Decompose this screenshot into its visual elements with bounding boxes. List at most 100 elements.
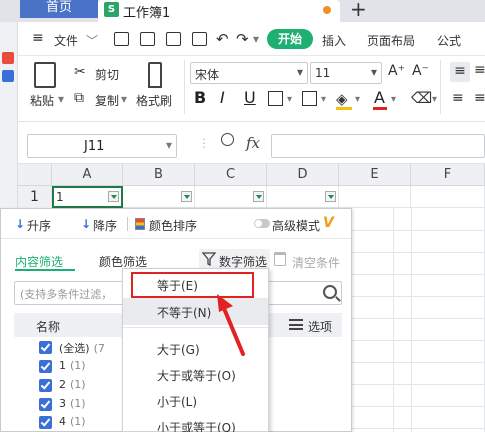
chevron-down-icon[interactable]: ▾ <box>58 92 64 106</box>
sort-descending-button[interactable]: 降序 <box>93 217 117 234</box>
sort-descending-icon[interactable]: ↓ <box>81 217 93 231</box>
filter-dropdown-icon[interactable] <box>181 191 192 202</box>
chevron-down-icon[interactable]: ▾ <box>321 94 326 105</box>
color-sort-icon[interactable] <box>135 218 145 230</box>
shrink-font-icon[interactable]: A⁻ <box>412 63 429 79</box>
chevron-down-icon[interactable]: ﹀ <box>86 32 98 49</box>
name-box[interactable]: J11 ▾ <box>27 134 177 158</box>
sort-ascending-button[interactable]: 升序 <box>27 217 51 234</box>
align-center-icon[interactable]: ≡ <box>474 62 485 78</box>
menu-item-less-than[interactable]: 小于(L) <box>123 387 268 414</box>
menu-insert[interactable]: 插入 <box>322 32 346 49</box>
export-icon[interactable] <box>140 32 155 46</box>
grow-font-icon[interactable]: A⁺ <box>388 63 405 79</box>
row-header-1[interactable]: 1 <box>18 186 52 208</box>
cell-d1[interactable] <box>267 186 339 208</box>
chevron-down-icon[interactable]: ▾ <box>287 94 292 105</box>
cell-reference: J11 <box>84 139 105 154</box>
trash-icon[interactable] <box>274 252 286 266</box>
column-header-f[interactable]: F <box>411 164 485 186</box>
sort-ascending-icon[interactable]: ↓ <box>15 217 27 231</box>
home-tab[interactable]: 首页 <box>20 0 98 18</box>
cell-f1[interactable] <box>411 186 485 208</box>
checkbox-checked-icon[interactable] <box>39 360 52 373</box>
new-tab-button[interactable]: + <box>350 0 367 21</box>
options-icon[interactable] <box>289 319 303 330</box>
advanced-mode-toggle[interactable] <box>254 219 270 228</box>
tab-content-filter[interactable]: 内容筛选 <box>15 253 63 270</box>
divider <box>127 217 128 231</box>
align-left-icon[interactable]: ≡ <box>452 90 464 106</box>
zoom-icon[interactable] <box>221 133 234 146</box>
divider <box>184 60 185 114</box>
filter-dropdown-icon[interactable] <box>108 191 119 202</box>
checkbox-checked-icon[interactable] <box>39 398 52 411</box>
chevron-down-icon[interactable]: ▾ <box>253 32 259 46</box>
column-header-d[interactable]: D <box>267 164 339 186</box>
function-icon[interactable]: fx <box>246 134 260 152</box>
hamburger-icon[interactable]: ≡ <box>32 30 44 46</box>
fill-color-swatch <box>336 107 352 110</box>
options-button[interactable]: 选项 <box>308 318 332 335</box>
font-color-swatch <box>373 107 387 110</box>
checkbox-checked-icon[interactable] <box>39 416 52 429</box>
menu-page-layout[interactable]: 页面布局 <box>367 32 415 49</box>
strikethrough-icon[interactable] <box>302 91 317 106</box>
color-sort-button[interactable]: 颜色排序 <box>149 217 197 234</box>
italic-button[interactable]: I <box>220 88 225 107</box>
font-color-icon[interactable]: A <box>374 88 385 107</box>
border-icon[interactable] <box>268 91 283 106</box>
document-tab[interactable]: S 工作簿1 <box>98 0 340 22</box>
chevron-down-icon[interactable]: ▾ <box>391 94 396 105</box>
print-icon[interactable] <box>166 32 181 46</box>
cut-button[interactable]: 剪切 <box>95 66 119 83</box>
cell-c1[interactable] <box>195 186 267 208</box>
font-size-select[interactable]: 11 ▾ <box>310 62 382 84</box>
align-right-icon[interactable]: ≡ <box>474 90 485 106</box>
redo-icon[interactable]: ↷ <box>236 30 249 48</box>
paste-button[interactable]: 粘贴 <box>30 92 54 109</box>
save-icon[interactable] <box>114 32 129 46</box>
menu-item-greater-or-equal[interactable]: 大于或等于(O) <box>123 361 268 388</box>
column-header-e[interactable]: E <box>339 164 411 186</box>
print-preview-icon[interactable] <box>192 32 207 46</box>
format-painter-button[interactable]: 格式刷 <box>136 92 172 109</box>
align-left-icon[interactable]: ≡ <box>450 62 470 82</box>
column-header-a[interactable]: A <box>52 164 123 186</box>
scissors-icon[interactable]: ✂ <box>74 64 86 80</box>
active-tab-underline <box>15 269 75 271</box>
cell-e1[interactable] <box>339 186 411 208</box>
menu-start[interactable]: 开始 <box>267 29 313 49</box>
column-header-b[interactable]: B <box>123 164 195 186</box>
table-row: 1 1 <box>18 186 485 208</box>
copy-icon[interactable]: ⧉ <box>74 90 84 106</box>
undo-icon[interactable]: ↶ <box>216 30 229 48</box>
eraser-icon[interactable]: ⌫ <box>411 89 432 107</box>
column-header-c[interactable]: C <box>195 164 267 186</box>
brush-icon[interactable] <box>148 62 162 88</box>
bold-button[interactable]: B <box>194 88 206 107</box>
formula-input[interactable] <box>271 134 485 158</box>
checkbox-checked-icon[interactable] <box>39 341 52 354</box>
underline-button[interactable]: U <box>244 88 256 107</box>
list-header-name: 名称 <box>36 320 61 334</box>
chevron-down-icon[interactable]: ▾ <box>432 94 437 105</box>
cell-a1[interactable]: 1 <box>52 186 123 208</box>
checkbox-checked-icon[interactable] <box>39 379 52 392</box>
filter-dropdown-icon[interactable] <box>253 191 264 202</box>
menu-file[interactable]: 文件 <box>54 32 78 49</box>
list-item-label: 3 (1) <box>59 397 86 410</box>
cell-b1[interactable] <box>123 186 195 208</box>
copy-button[interactable]: 复制 <box>95 92 119 109</box>
menu-item-less-or-equal[interactable]: 小于或等于(Q) <box>123 413 268 432</box>
filter-dropdown-icon[interactable] <box>325 191 336 202</box>
select-all-corner[interactable] <box>18 164 52 186</box>
search-icon[interactable] <box>323 285 337 299</box>
font-name-select[interactable]: 宋体 ▾ <box>190 62 308 84</box>
menu-formula[interactable]: 公式 <box>437 32 461 49</box>
clear-conditions-button[interactable]: 清空条件 <box>292 254 340 271</box>
fill-color-icon[interactable]: ◈ <box>336 90 348 108</box>
paste-icon[interactable] <box>34 62 56 88</box>
chevron-down-icon[interactable]: ▾ <box>355 94 360 105</box>
chevron-down-icon[interactable]: ▾ <box>121 92 127 106</box>
